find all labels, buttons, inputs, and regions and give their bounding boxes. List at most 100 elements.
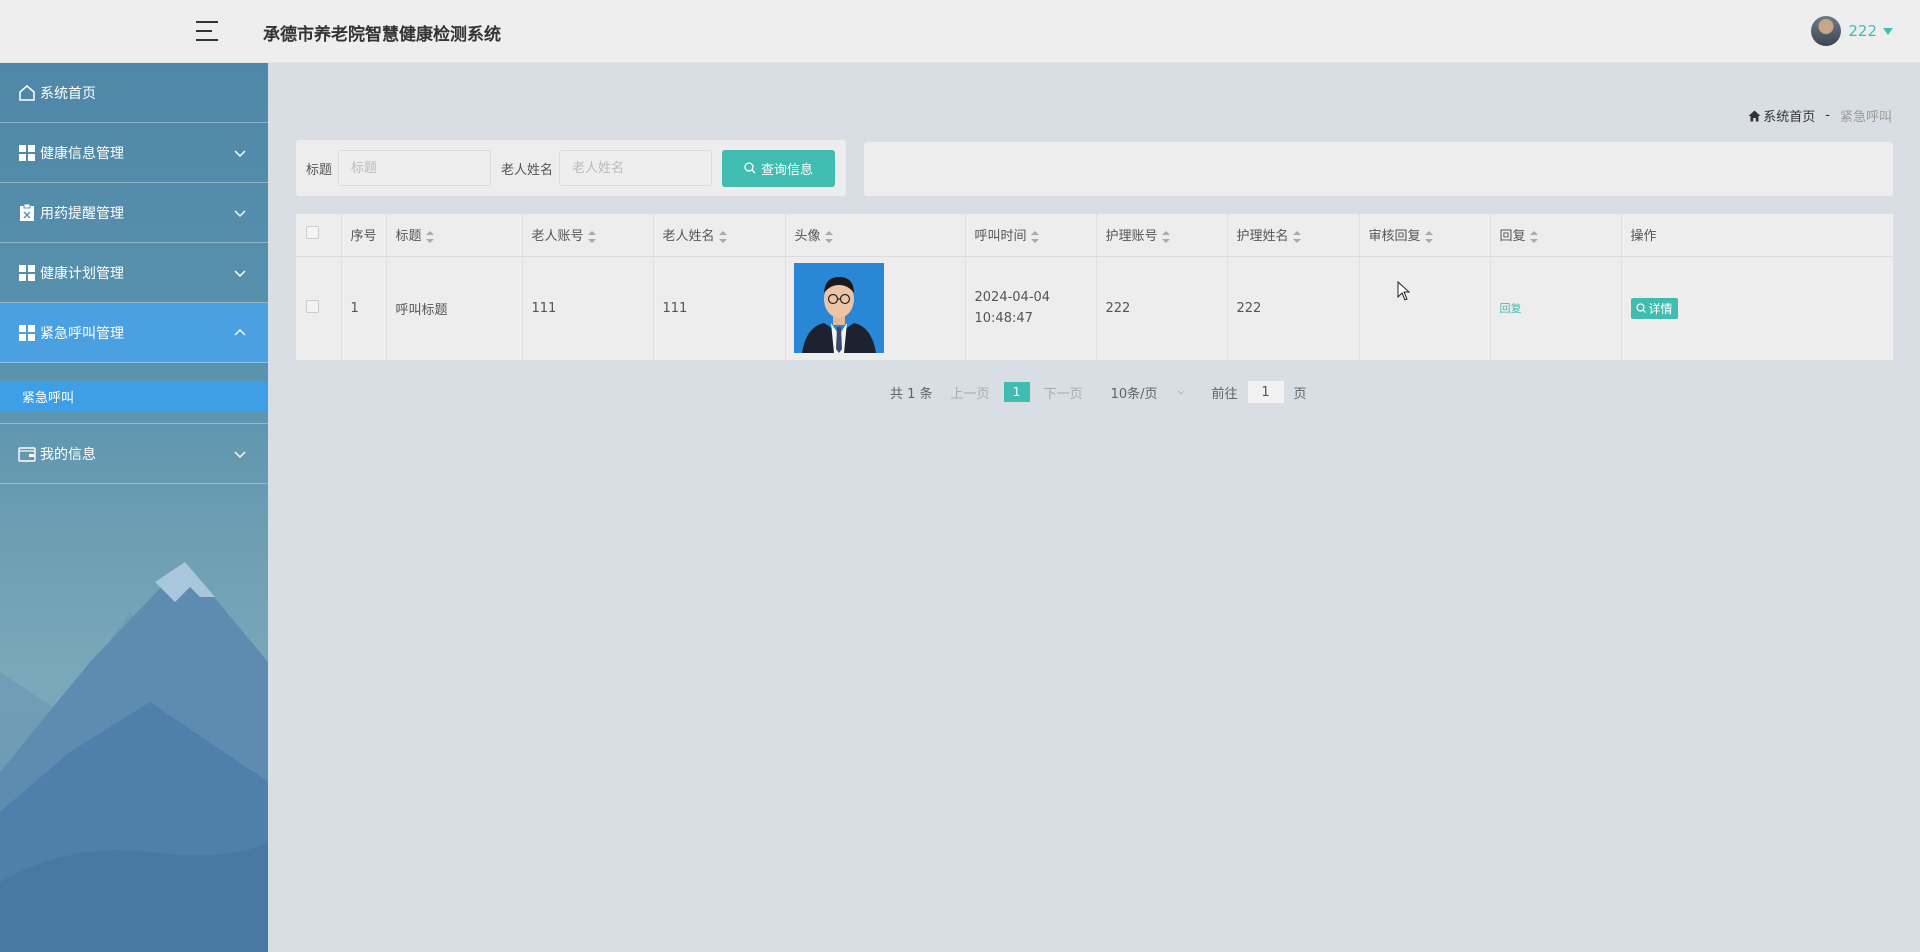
page-number-button[interactable]: 1 <box>1003 382 1030 402</box>
chevron-down-icon <box>234 451 246 458</box>
submenu: 紧急呼叫 <box>0 363 268 424</box>
sidebar-item-label: 用药提醒管理 <box>40 205 124 222</box>
prev-page-button[interactable]: 上一页 <box>951 383 990 402</box>
sidebar-subitem-emergency-call[interactable]: 紧急呼叫 <box>0 381 268 411</box>
table-header-row: 序号 标题 老人账号 老人姓名 头像 呼叫时间 护理账号 护理姓名 审核回复 回… <box>296 214 1894 257</box>
top-bar: 承德市养老院智慧健康检测系统 222 <box>0 0 1920 63</box>
elder-photo[interactable] <box>793 263 884 353</box>
caret-down-icon <box>1883 27 1893 35</box>
column-header[interactable]: 护理账号 <box>1096 214 1228 257</box>
title-label: 标题 <box>306 162 333 178</box>
next-page-button[interactable]: 下一页 <box>1044 383 1083 402</box>
search-icon <box>744 162 756 174</box>
sort-icon[interactable] <box>824 230 833 243</box>
search-icon <box>1635 303 1646 313</box>
column-header[interactable]: 审核回复 <box>1359 214 1491 257</box>
sort-icon[interactable] <box>1030 230 1039 243</box>
action-panel <box>864 142 1893 196</box>
goto-page-input[interactable] <box>1247 381 1284 403</box>
cell-index: 1 <box>341 256 387 361</box>
column-header[interactable]: 护理姓名 <box>1227 214 1360 257</box>
home-icon <box>1748 110 1761 121</box>
detail-button[interactable]: 详情 <box>1630 297 1678 319</box>
sidebar-item-label: 健康计划管理 <box>40 265 124 282</box>
sidebar-item-label: 我的信息 <box>40 446 96 463</box>
cell-elder-name: 111 <box>653 256 786 361</box>
sidebar-item-medication[interactable]: 用药提醒管理 <box>0 183 268 243</box>
chevron-up-icon <box>234 328 246 335</box>
clipboard-icon <box>18 203 36 222</box>
breadcrumb: 系统首页 - 紧急呼叫 <box>1748 106 1892 125</box>
sort-icon[interactable] <box>1529 230 1538 243</box>
column-header[interactable]: 老人账号 <box>522 214 654 257</box>
column-header[interactable]: 回复 <box>1490 214 1622 257</box>
row-checkbox[interactable] <box>306 299 319 313</box>
cell-actions: 详情 <box>1621 256 1894 361</box>
sort-icon[interactable] <box>1161 230 1170 243</box>
elder-name-input[interactable] <box>559 150 713 186</box>
sidebar: 系统首页 健康信息管理 用药提醒管理 健康计划管理 紧急呼叫管理 紧急呼叫 我的… <box>0 63 268 952</box>
grid-icon <box>18 264 36 282</box>
cell-nurse-account: 222 <box>1096 256 1228 361</box>
row-select-cell <box>296 256 342 361</box>
sidebar-item-label: 系统首页 <box>40 85 96 102</box>
sidebar-item-home[interactable]: 系统首页 <box>0 63 268 123</box>
breadcrumb-home[interactable]: 系统首页 <box>1748 106 1815 125</box>
chevron-down-icon <box>234 270 246 277</box>
sort-icon[interactable] <box>718 230 727 243</box>
chevron-down-icon <box>234 210 246 217</box>
title-input[interactable] <box>338 150 492 186</box>
sort-icon[interactable] <box>587 230 596 243</box>
sort-icon[interactable] <box>1424 230 1433 243</box>
chevron-down-icon <box>1177 390 1184 395</box>
cell-avatar <box>785 256 966 361</box>
app-title: 承德市养老院智慧健康检测系统 <box>263 25 501 45</box>
cell-call-time: 2024-04-04 10:48:47 <box>965 256 1097 361</box>
grid-icon <box>18 144 36 162</box>
mouse-cursor-icon <box>1397 281 1411 301</box>
select-all-checkbox[interactable] <box>306 226 319 240</box>
column-header[interactable]: 头像 <box>785 214 966 257</box>
sort-icon[interactable] <box>425 230 434 243</box>
data-table: 序号 标题 老人账号 老人姓名 头像 呼叫时间 护理账号 护理姓名 审核回复 回… <box>296 214 1894 361</box>
goto-label: 前往 <box>1211 386 1238 402</box>
sidebar-item-health-plan[interactable]: 健康计划管理 <box>0 243 268 303</box>
cell-nurse-name: 222 <box>1227 256 1360 361</box>
sidebar-item-label: 紧急呼叫管理 <box>40 325 124 342</box>
search-button[interactable]: 查询信息 <box>722 149 836 187</box>
sidebar-item-health-info[interactable]: 健康信息管理 <box>0 123 268 183</box>
sidebar-item-my-info[interactable]: 我的信息 <box>0 424 268 484</box>
column-header[interactable]: 呼叫时间 <box>965 214 1097 257</box>
select-all-cell <box>296 214 342 257</box>
grid-icon <box>18 324 36 342</box>
username: 222 <box>1848 22 1877 40</box>
mountain-background <box>0 562 268 952</box>
chevron-down-icon <box>234 150 246 157</box>
cell-reply: 回复 <box>1490 256 1622 361</box>
elder-name-label: 老人姓名 <box>501 162 554 178</box>
table-row: 1 呼叫标题 111 111 2024-04-04 10:48:47 222 2… <box>296 256 1894 361</box>
sidebar-item-emergency-call[interactable]: 紧急呼叫管理 <box>0 303 268 363</box>
column-header: 序号 <box>341 214 387 257</box>
goto-suffix: 页 <box>1293 386 1307 402</box>
search-panel: 标题 老人姓名 查询信息 <box>296 140 846 196</box>
avatar <box>1811 16 1842 46</box>
cell-review-reply <box>1359 256 1491 361</box>
pagination-total: 共 1 条 <box>890 386 933 402</box>
sort-icon[interactable] <box>1292 230 1301 243</box>
home-icon <box>18 84 36 102</box>
wallet-icon <box>18 445 36 463</box>
menu-toggle-icon[interactable] <box>196 20 222 42</box>
sidebar-item-label: 健康信息管理 <box>40 145 124 162</box>
cell-elder-account: 111 <box>522 256 654 361</box>
column-header: 操作 <box>1621 214 1894 257</box>
reply-link[interactable]: 回复 <box>1500 302 1522 315</box>
page-size-select[interactable]: 10条/页 <box>1111 383 1186 402</box>
column-header[interactable]: 老人姓名 <box>653 214 786 257</box>
pagination: 共 1 条 上一页 1 下一页 10条/页 前往 页 <box>890 381 1307 403</box>
breadcrumb-current: 紧急呼叫 <box>1839 110 1892 125</box>
cell-title: 呼叫标题 <box>386 256 523 361</box>
user-menu[interactable]: 222 <box>1811 16 1893 46</box>
column-header[interactable]: 标题 <box>386 214 523 257</box>
breadcrumb-separator: - <box>1825 108 1830 123</box>
